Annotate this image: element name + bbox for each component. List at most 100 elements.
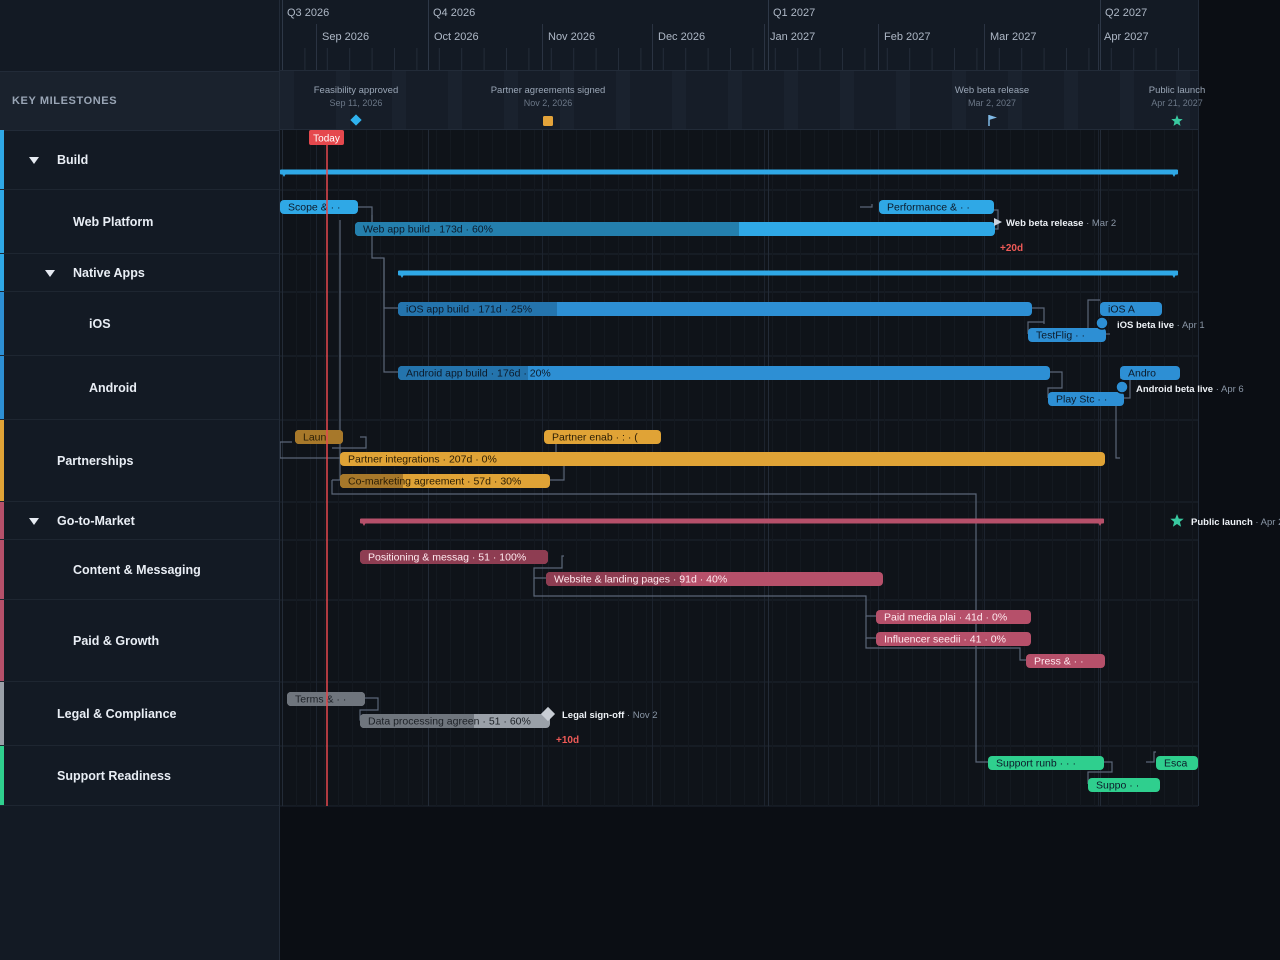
row-label: Go-to-Market xyxy=(57,514,135,528)
sidebar: KEY MILESTONES Build Web Platform Native A… xyxy=(0,0,280,960)
row-label: Android xyxy=(89,381,137,395)
task-label: Terms & · · xyxy=(295,694,346,706)
month-label: Nov 2026 xyxy=(548,31,595,43)
row-go-to-market[interactable]: Go-to-Market xyxy=(0,502,279,540)
quarter-label: Q3 2026 xyxy=(287,7,329,19)
task-bar-android[interactable]: Android app build · 176d · 20% xyxy=(398,366,1050,380)
today-label: Today xyxy=(313,134,340,145)
row-legal-compliance[interactable]: Legal & Compliance xyxy=(0,682,279,746)
row-color-accent xyxy=(0,292,4,355)
row-label: Paid & Growth xyxy=(73,634,160,648)
timeline-header xyxy=(280,0,1198,70)
task-bar-press[interactable]: Press & · · xyxy=(1026,654,1105,668)
row-support-readiness[interactable]: Support Readiness xyxy=(0,746,279,806)
month-label: Mar 2027 xyxy=(990,31,1036,43)
milestone-caption: Public launch · Apr 2 xyxy=(1191,517,1280,528)
row-color-accent xyxy=(0,540,4,599)
task-bar-androidrel[interactable]: Andro xyxy=(1120,366,1180,380)
row-label: Partnerships xyxy=(57,454,134,468)
row-label: iOS xyxy=(89,317,111,331)
task-bar-comarketing[interactable]: Co-marketing agreement · 57d · 30% xyxy=(340,474,550,488)
row-android[interactable]: Android xyxy=(0,356,279,420)
key-milestone-date: Nov 2, 2026 xyxy=(524,98,573,108)
task-label: iOS app build · 171d · 25% xyxy=(406,304,532,316)
row-label: Web Platform xyxy=(73,215,154,229)
task-bar-webapp[interactable]: Web app build · 173d · 60% xyxy=(355,222,995,236)
milestone-caption: Web beta release · Mar 2 xyxy=(1006,218,1116,229)
quarter-label: Q4 2026 xyxy=(433,7,475,19)
row-color-accent xyxy=(0,600,4,681)
task-bar-paidmedia[interactable]: Paid media plai · 41d · 0% xyxy=(876,610,1031,624)
task-label: Laun xyxy=(303,432,327,444)
task-bar-dataproc[interactable]: Data processing agreen · 51 · 60% xyxy=(360,714,550,728)
task-label: Performance & · · xyxy=(887,202,970,214)
task-label: Andro xyxy=(1128,368,1156,380)
task-bar-website[interactable]: Website & landing pages · 91d · 40% xyxy=(546,572,883,586)
month-label: Sep 2026 xyxy=(322,31,369,43)
key-milestone-name: Feasibility approved xyxy=(314,85,399,96)
row-color-accent xyxy=(0,130,4,189)
row-partnerships[interactable]: Partnerships xyxy=(0,420,279,502)
task-label: Play Stc · · xyxy=(1056,394,1107,406)
collapse-caret-icon[interactable] xyxy=(29,157,39,164)
task-label: Paid media plai · 41d · 0% xyxy=(884,612,1007,624)
row-label: Build xyxy=(57,153,89,167)
milestone-marker-icon xyxy=(1115,380,1129,394)
task-bar-terms[interactable]: Terms & · · xyxy=(287,692,365,706)
row-native-apps[interactable]: Native Apps xyxy=(0,254,279,292)
task-label: Website & landing pages · 91d · 40% xyxy=(554,574,727,586)
key-milestones-heading-row: KEY MILESTONES xyxy=(0,71,279,131)
quarter-label: Q2 2027 xyxy=(1105,7,1147,19)
task-bar-supportb[interactable]: Suppo · · xyxy=(1088,778,1160,792)
row-build[interactable]: Build xyxy=(0,130,279,190)
task-label: iOS A xyxy=(1108,304,1135,316)
task-bar-scope[interactable]: Scope & · · xyxy=(280,200,358,214)
slip-indicator: +10d xyxy=(556,735,579,746)
milestone-caption: iOS beta live · Apr 1 xyxy=(1117,320,1205,331)
month-label: Apr 2027 xyxy=(1104,31,1149,43)
key-milestone-name: Web beta release xyxy=(955,85,1029,96)
row-label: Support Readiness xyxy=(57,769,171,783)
sidebar-header xyxy=(0,0,279,70)
row-color-accent xyxy=(0,746,4,805)
task-label: Data processing agreen · 51 · 60% xyxy=(368,716,531,728)
task-bar-supportrun[interactable]: Support runb · · · xyxy=(988,756,1104,770)
task-bar-partnerenab[interactable]: Partner enab · : · ( xyxy=(544,430,661,444)
task-bar-partnerint[interactable]: Partner integrations · 207d · 0% xyxy=(340,452,1105,466)
task-bar-testflight[interactable]: TestFlig · · xyxy=(1028,328,1106,342)
slip-indicator: +20d xyxy=(1000,243,1023,254)
task-label: Press & · · xyxy=(1034,656,1084,668)
task-bar-perf[interactable]: Performance & · · xyxy=(879,200,994,214)
row-color-accent xyxy=(0,682,4,745)
task-label: Scope & · · xyxy=(288,202,341,214)
square-icon[interactable] xyxy=(543,116,553,126)
task-bar-influencer[interactable]: Influencer seedii · 41 · 0% xyxy=(876,632,1031,646)
row-color-accent xyxy=(0,356,4,419)
task-bar-positioning[interactable]: Positioning & messag · 51 · 100% xyxy=(360,550,548,564)
row-content-messaging[interactable]: Content & Messaging xyxy=(0,540,279,600)
task-label: Support runb · · · xyxy=(996,758,1076,770)
task-label: Influencer seedii · 41 · 0% xyxy=(884,634,1006,646)
milestone-caption: Legal sign-off · Nov 2 xyxy=(562,710,658,721)
task-bar-escalation[interactable]: Esca xyxy=(1156,756,1198,770)
task-bar-iosapp[interactable]: iOS A xyxy=(1100,302,1162,316)
collapse-caret-icon[interactable] xyxy=(29,518,39,525)
task-label: Android app build · 176d · 20% xyxy=(406,368,551,380)
task-label: Web app build · 173d · 60% xyxy=(363,224,493,236)
task-bar-ios[interactable]: iOS app build · 171d · 25% xyxy=(398,302,1032,316)
row-paid-growth[interactable]: Paid & Growth xyxy=(0,600,279,682)
task-label: Positioning & messag · 51 · 100% xyxy=(368,552,526,564)
key-milestone-name: Public launch xyxy=(1149,85,1206,96)
row-web-platform[interactable]: Web Platform xyxy=(0,190,279,254)
gantt-canvas: Sep 2026 Oct 2026 Nov 2026 Dec 2026 Jan 2027… xyxy=(280,0,1280,960)
key-milestone-date: Sep 11, 2026 xyxy=(330,98,383,108)
milestone-androidbeta[interactable]: Android beta live · Apr 6 xyxy=(1115,380,1244,395)
milestone-caption: Android beta live · Apr 6 xyxy=(1136,384,1244,395)
task-bar-playstore[interactable]: Play Stc · · xyxy=(1048,392,1124,406)
task-bar-launchpart[interactable]: Laun xyxy=(295,430,343,444)
collapse-caret-icon[interactable] xyxy=(45,270,55,277)
row-ios[interactable]: iOS xyxy=(0,292,279,356)
gantt-timeline: Sep 2026 Oct 2026 Nov 2026 Dec 2026 Jan 2027… xyxy=(280,0,1280,960)
row-label: Legal & Compliance xyxy=(57,707,177,721)
task-label: TestFlig · · xyxy=(1036,330,1085,342)
